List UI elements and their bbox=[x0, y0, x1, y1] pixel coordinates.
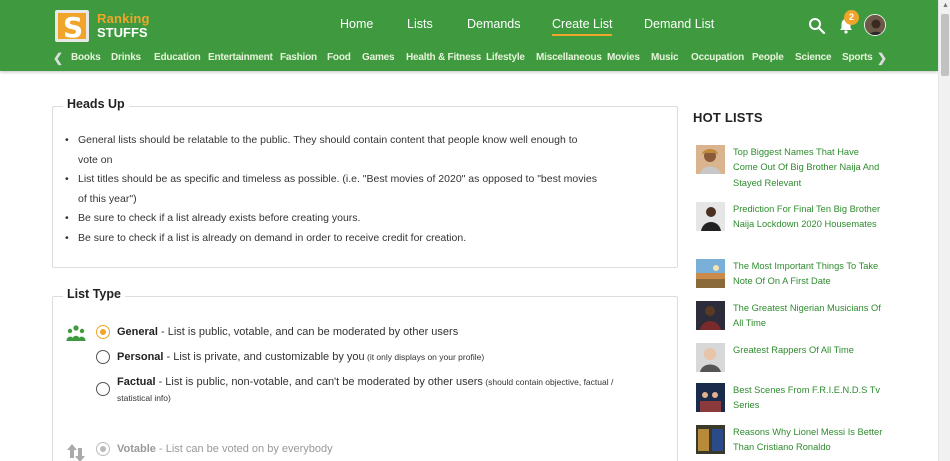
category-lifestyle[interactable]: Lifestyle bbox=[486, 52, 525, 63]
nav-demand-list[interactable]: Demand List bbox=[644, 17, 714, 31]
group-icon bbox=[66, 325, 86, 341]
category-bar: ❮ Books Drinks Education Entertainment F… bbox=[53, 51, 887, 67]
scroll-up-icon[interactable]: ▲ bbox=[942, 2, 949, 9]
nav-demands[interactable]: Demands bbox=[467, 17, 521, 31]
chevron-left-icon[interactable]: ❮ bbox=[53, 51, 63, 65]
heads-up-title: Heads Up bbox=[63, 97, 129, 111]
category-books[interactable]: Books bbox=[71, 52, 101, 63]
nav-create-list[interactable]: Create List bbox=[552, 17, 613, 36]
category-occupation[interactable]: Occupation bbox=[691, 52, 744, 63]
list-item: List titles should be as specific and ti… bbox=[65, 170, 665, 209]
category-games[interactable]: Games bbox=[362, 52, 395, 63]
list-type-title: List Type bbox=[63, 287, 125, 301]
radio-general[interactable] bbox=[96, 325, 110, 339]
hot-list-thumbnail bbox=[696, 301, 725, 330]
category-health-fitness[interactable]: Health & Fitness bbox=[406, 52, 481, 63]
category-food[interactable]: Food bbox=[327, 52, 351, 63]
user-avatar[interactable] bbox=[864, 14, 886, 36]
category-movies[interactable]: Movies bbox=[607, 52, 640, 63]
hot-list-thumbnail bbox=[696, 383, 725, 412]
vote-arrows-icon bbox=[67, 444, 85, 461]
site-logo[interactable]: S Ranking STUFFS bbox=[55, 10, 150, 44]
hot-lists-title: HOT LISTS bbox=[693, 110, 763, 125]
list-item: Be sure to check if a list is already on… bbox=[65, 229, 665, 249]
list-item: Be sure to check if a list already exist… bbox=[65, 209, 665, 229]
logo-mark: S bbox=[55, 10, 89, 44]
heads-up-list: General lists should be relatable to the… bbox=[65, 131, 665, 248]
category-drinks[interactable]: Drinks bbox=[111, 52, 141, 63]
nav-lists[interactable]: Lists bbox=[407, 17, 433, 31]
category-miscellaneous[interactable]: Miscellaneous bbox=[536, 52, 602, 63]
category-science[interactable]: Science bbox=[795, 52, 832, 63]
category-education[interactable]: Education bbox=[154, 52, 201, 63]
category-sports[interactable]: Sports bbox=[842, 52, 873, 63]
radio-personal[interactable] bbox=[96, 350, 110, 364]
scroll-thumb[interactable] bbox=[941, 14, 949, 76]
hot-list-thumbnail bbox=[696, 145, 725, 174]
site-header: S Ranking STUFFS Home Lists Demands Crea… bbox=[0, 0, 938, 71]
heads-up-panel: Heads Up General lists should be relatab… bbox=[52, 97, 678, 268]
radio-votable[interactable] bbox=[96, 442, 110, 456]
logo-ranking-text: Ranking bbox=[97, 11, 150, 26]
notification-badge: 2 bbox=[844, 10, 859, 25]
list-type-panel: List Type General - List is public, vota… bbox=[52, 287, 678, 461]
list-item: General lists should be relatable to the… bbox=[65, 131, 665, 170]
search-icon[interactable] bbox=[808, 17, 826, 35]
category-people[interactable]: People bbox=[752, 52, 784, 63]
hot-list-thumbnail bbox=[696, 202, 725, 231]
hot-list-thumbnail bbox=[696, 343, 725, 372]
hot-list-thumbnail bbox=[696, 425, 725, 454]
category-fashion[interactable]: Fashion bbox=[280, 52, 317, 63]
category-music[interactable]: Music bbox=[651, 52, 679, 63]
chevron-right-icon[interactable]: ❯ bbox=[877, 51, 887, 65]
logo-stuffs-text: STUFFS bbox=[97, 25, 148, 40]
radio-factual[interactable] bbox=[96, 382, 110, 396]
category-entertainment[interactable]: Entertainment bbox=[208, 52, 273, 63]
hot-list-thumbnail bbox=[696, 259, 725, 288]
nav-home[interactable]: Home bbox=[340, 17, 373, 31]
page-scrollbar[interactable]: ▲ bbox=[938, 0, 950, 461]
